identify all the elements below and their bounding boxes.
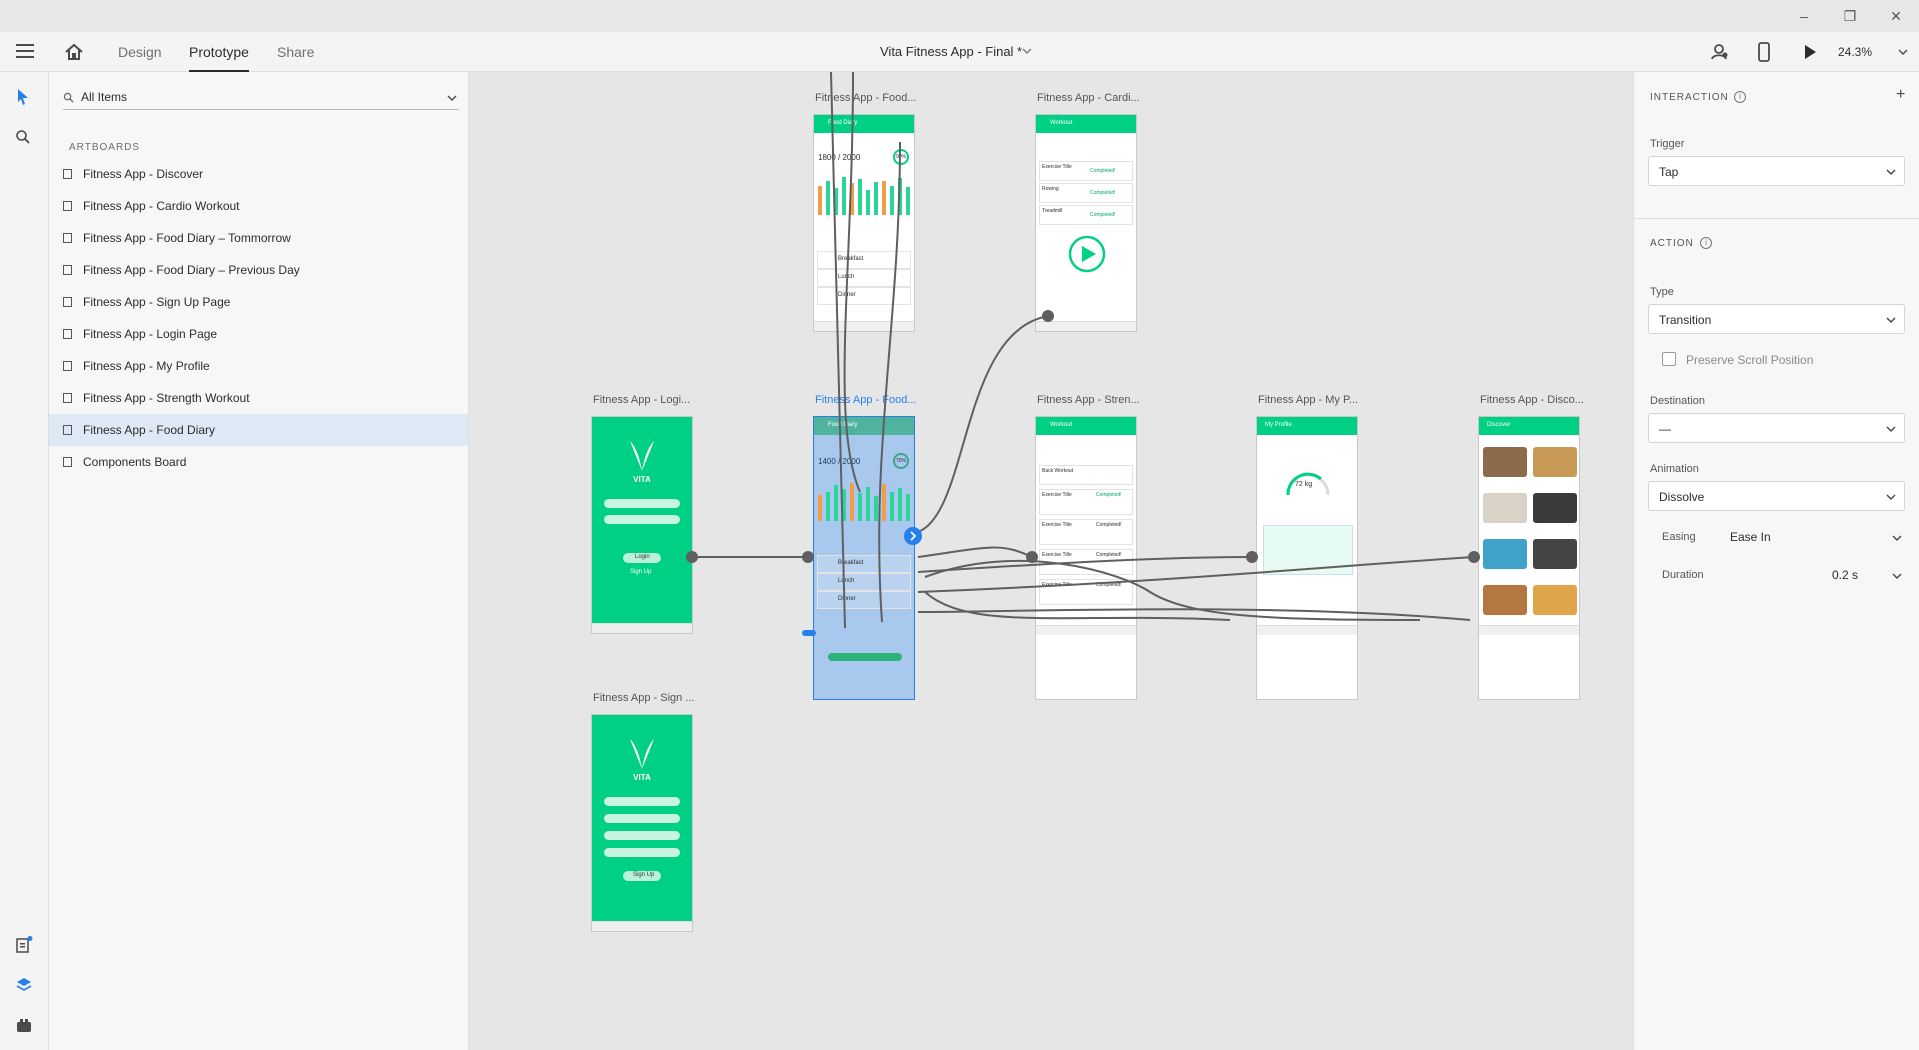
chevron-down-icon xyxy=(1886,317,1896,324)
home-marker[interactable] xyxy=(802,630,816,636)
artboard-item-cardio[interactable]: Fitness App - Cardio Workout xyxy=(49,190,468,222)
artboard-item-components[interactable]: Components Board xyxy=(49,446,468,478)
artboard-item-food-diary[interactable]: Fitness App - Food Diary xyxy=(49,414,468,446)
chevron-down-icon[interactable] xyxy=(1898,47,1908,57)
artboard-item-signup[interactable]: Fitness App - Sign Up Page xyxy=(49,286,468,318)
wire-arrow-handle[interactable] xyxy=(1026,551,1038,563)
artboard-item-login[interactable]: Fitness App - Login Page xyxy=(49,318,468,350)
easing-dropdown[interactable]: Ease In xyxy=(1730,524,1906,550)
wire-link[interactable] xyxy=(830,72,846,629)
wire-arrow-handle[interactable] xyxy=(802,551,814,563)
destination-label: Destination xyxy=(1650,395,1706,407)
document-assets-icon[interactable] xyxy=(15,936,33,954)
close-icon[interactable]: ✕ xyxy=(1886,6,1906,26)
mobile-preview-icon[interactable] xyxy=(1756,42,1772,62)
wire-link[interactable] xyxy=(917,315,1049,533)
chevron-down-icon xyxy=(1886,169,1896,176)
interaction-properties-panel: INTERACTION i + Trigger Tap ACTION i Typ… xyxy=(1633,72,1919,1050)
chevron-down-icon[interactable] xyxy=(447,93,457,103)
chevron-down-icon xyxy=(1892,535,1902,542)
animation-label: Animation xyxy=(1650,463,1699,475)
duration-dropdown[interactable]: 0.2 s xyxy=(1830,562,1906,588)
filter-value: All Items xyxy=(81,90,128,104)
artboard-item-profile[interactable]: Fitness App - My Profile xyxy=(49,350,468,382)
wire-source-handle[interactable] xyxy=(1042,310,1054,322)
add-interaction-icon[interactable]: + xyxy=(1896,86,1905,104)
plugins-icon[interactable] xyxy=(15,1016,33,1034)
tab-share[interactable]: Share xyxy=(277,32,314,72)
preserve-scroll-checkbox[interactable] xyxy=(1662,352,1676,366)
easing-label: Easing xyxy=(1662,531,1696,543)
artboard-icon xyxy=(63,393,72,403)
trigger-label: Trigger xyxy=(1650,138,1685,150)
document-title[interactable]: Vita Fitness App - Final * xyxy=(880,32,1022,72)
preserve-scroll-label: Preserve Scroll Position xyxy=(1686,353,1814,367)
artboard-icon xyxy=(63,297,72,307)
minimize-icon[interactable]: – xyxy=(1794,6,1814,26)
chevron-down-icon xyxy=(1892,573,1902,580)
tab-prototype[interactable]: Prototype xyxy=(189,32,249,72)
app-toolbar: Design Prototype Share Vita Fitness App … xyxy=(0,32,1919,72)
type-label: Type xyxy=(1650,286,1674,298)
tool-rail xyxy=(0,72,49,1050)
select-arrow-icon[interactable] xyxy=(15,88,31,106)
trigger-dropdown[interactable]: Tap xyxy=(1648,156,1905,186)
wire-link[interactable] xyxy=(843,72,861,493)
hamburger-menu-icon[interactable] xyxy=(16,44,34,58)
destination-dropdown[interactable]: — xyxy=(1648,413,1905,443)
info-icon[interactable]: i xyxy=(1700,237,1712,249)
artboard-icon xyxy=(63,457,72,467)
artboard-item-food-tomorrow[interactable]: Fitness App - Food Diary – Tommorrow xyxy=(49,222,468,254)
layers-panel: All Items ARTBOARDS Fitness App - Discov… xyxy=(49,72,469,1050)
action-section-title: ACTION xyxy=(1650,238,1694,249)
artboard-item-discover[interactable]: Fitness App - Discover xyxy=(49,158,468,190)
tab-design[interactable]: Design xyxy=(118,32,162,72)
type-dropdown[interactable]: Transition xyxy=(1648,304,1905,334)
interaction-section-title: INTERACTION xyxy=(1650,92,1729,103)
chevron-down-icon xyxy=(1886,494,1896,501)
artboard-icon xyxy=(63,265,72,275)
search-icon[interactable] xyxy=(15,129,31,145)
wire-source-handle[interactable] xyxy=(686,551,698,563)
maximize-icon[interactable]: ❐ xyxy=(1840,6,1860,26)
artboard-icon xyxy=(63,233,72,243)
wire-link[interactable] xyxy=(917,546,1033,558)
chevron-down-icon xyxy=(1886,426,1896,433)
artboard-item-strength[interactable]: Fitness App - Strength Workout xyxy=(49,382,468,414)
artboard-icon xyxy=(63,361,72,371)
artboard-icon xyxy=(63,329,72,339)
home-icon[interactable] xyxy=(64,42,84,62)
artboard-icon xyxy=(63,201,72,211)
zoom-level[interactable]: 24.3% xyxy=(1838,32,1872,72)
search-icon xyxy=(63,92,74,103)
play-icon[interactable] xyxy=(1802,43,1818,61)
chevron-down-icon[interactable] xyxy=(1022,46,1032,56)
artboard-filter-dropdown[interactable]: All Items xyxy=(63,88,459,110)
user-settings-icon[interactable] xyxy=(1710,42,1730,62)
wire-link[interactable] xyxy=(878,141,901,623)
layers-icon[interactable] xyxy=(15,976,33,994)
window-title-bar: – ❐ ✕ xyxy=(0,0,1919,32)
duration-label: Duration xyxy=(1662,569,1704,581)
add-link-handle-icon[interactable] xyxy=(904,527,922,545)
artboard-list: Fitness App - Discover Fitness App - Car… xyxy=(49,158,468,478)
artboards-section-label: ARTBOARDS xyxy=(69,142,141,153)
prototype-wires xyxy=(686,72,1480,636)
artboard-icon xyxy=(63,425,72,435)
animation-dropdown[interactable]: Dissolve xyxy=(1648,481,1905,511)
wire-arrow-handle[interactable] xyxy=(1468,551,1480,563)
design-canvas[interactable]: Fitness App - Food... Food Diary 1800 / … xyxy=(470,72,1633,1050)
artboard-item-food-previous[interactable]: Fitness App - Food Diary – Previous Day xyxy=(49,254,468,286)
wire-arrow-handle[interactable] xyxy=(1246,551,1258,563)
artboard-icon xyxy=(63,169,72,179)
info-icon[interactable]: i xyxy=(1734,91,1746,103)
